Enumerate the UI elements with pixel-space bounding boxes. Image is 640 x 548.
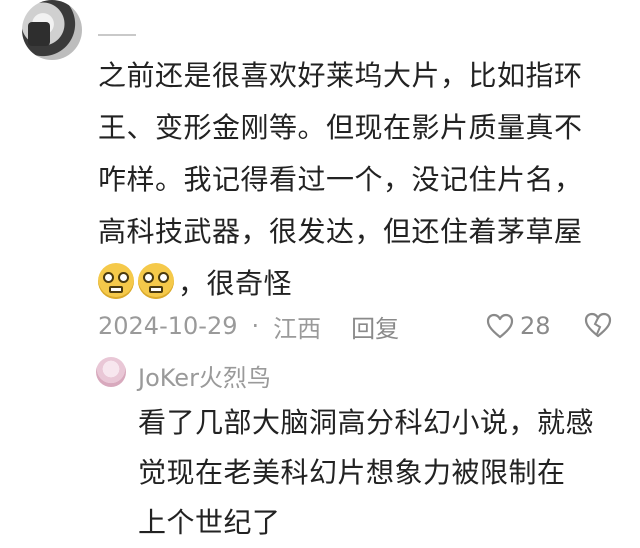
grinning-emoji-icon <box>138 263 174 299</box>
reply-text: 看了几部大脑洞高分科幻小说，就感 觉现在老美科幻片想象力被限制在 上个世纪了 <box>138 398 618 548</box>
comment-location: 江西 <box>273 314 322 343</box>
like-count: 28 <box>520 312 551 340</box>
comment-line: 咋样。我记得看过一个，没记住片名， <box>98 163 583 196</box>
comment-date: 2024-10-29 <box>98 312 238 340</box>
comment-line-last: ，很奇怪 <box>98 258 618 310</box>
heart-outline-icon <box>486 313 514 339</box>
reply-avatar[interactable] <box>96 357 126 387</box>
comment-text: 之前还是很喜欢好莱坞大片，比如指环 王、变形金刚等。但现在影片质量真不 咋样。我… <box>98 50 618 310</box>
comment-line: 高科技武器，很发达，但还住着茅草屋 <box>98 215 583 248</box>
reply-line: 觉现在老美科幻片想象力被限制在 <box>138 456 566 489</box>
reply-button[interactable]: 回复 <box>351 309 399 344</box>
comment-line: 之前还是很喜欢好莱坞大片，比如指环 <box>98 59 583 92</box>
reply-username[interactable]: JoKer火烈鸟 <box>138 358 271 393</box>
dislike-button[interactable] <box>584 312 612 342</box>
grinning-emoji-icon <box>98 263 134 299</box>
comment-line-tail: ，很奇怪 <box>178 267 293 300</box>
divider <box>98 34 136 36</box>
broken-heart-icon <box>584 312 612 338</box>
reply-line: 看了几部大脑洞高分科幻小说，就感 <box>138 406 595 439</box>
comment-line: 王、变形金刚等。但现在影片质量真不 <box>98 111 583 144</box>
commenter-avatar[interactable] <box>22 0 82 60</box>
meta-separator: · <box>251 312 260 340</box>
like-button[interactable]: 28 <box>486 308 551 344</box>
reply-line: 上个世纪了 <box>138 506 281 539</box>
